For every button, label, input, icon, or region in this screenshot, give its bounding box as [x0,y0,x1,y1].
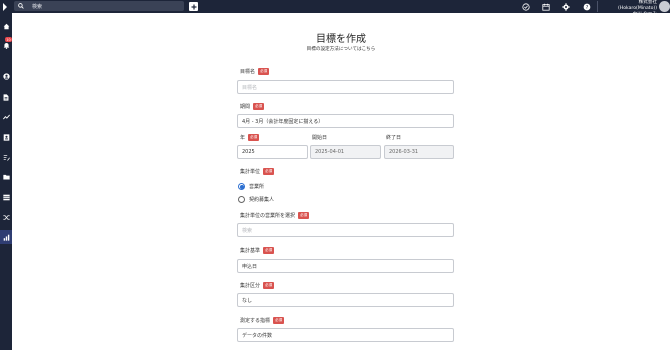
document-icon[interactable] [0,92,12,102]
check-circle-icon[interactable] [520,1,531,12]
start-date-value: 2025-04-01 [315,149,345,155]
contact-card-icon[interactable] [0,132,12,142]
unit-option-office-label: 営業所 [249,184,265,190]
year-label: 年 必須 [240,134,260,141]
goals-nav-icon[interactable] [0,230,12,244]
top-bar: 検索 ? 株式会社(Hokaro(Minato)) 中川 なつみ [0,0,670,17]
end-date-label-text: 終了日 [386,135,402,141]
required-badge: 必須 [263,282,275,289]
year-field[interactable]: 2025 [237,145,308,159]
basis-value: 申込日 [242,263,258,270]
period-select[interactable]: 4月 - 3月（会計年度固定に揃える） [237,114,454,128]
edit-list-icon[interactable] [0,152,12,162]
end-date-value: 2026-03-31 [389,149,419,155]
required-badge: 必須 [273,317,285,324]
radio-selected-icon[interactable] [238,183,245,190]
avatar[interactable] [659,1,670,12]
shuffle-icon[interactable] [0,212,12,222]
company-name: 株式会社(Hokaro(Minato)) [617,0,657,11]
end-date-field: 2026-03-31 [384,145,454,159]
period-label: 期間 必須 [240,103,265,110]
start-date-label: 開始日 [312,134,327,141]
period-value: 4月 - 3月（会計年度固定に揃える） [242,118,324,125]
radio-unselected-icon[interactable] [238,196,245,203]
help-link[interactable]: 目標の設定方法についてはこちら [12,46,670,52]
home-icon[interactable] [0,21,12,31]
metric-value: データの件数 [242,332,273,339]
metric-label: 測定する指標 必須 [240,317,285,324]
required-badge: 必須 [253,103,265,110]
goal-name-placeholder: 目標名 [242,84,258,91]
required-badge: 必須 [263,247,275,254]
year-label-text: 年 [240,135,246,141]
required-badge: 必須 [258,68,270,75]
goal-name-label: 目標名 必須 [240,68,270,75]
required-badge: 必須 [263,168,275,175]
year-value: 2025 [242,149,255,155]
metric-select[interactable]: データの件数 [237,328,454,342]
svg-text:?: ? [585,4,588,10]
category-value: なし [242,297,253,304]
category-label: 集計区分 必須 [240,282,275,289]
basis-label-text: 集計基準 [240,248,261,254]
office-select-label: 集計単位の営業所を選択 必須 [240,212,310,219]
calendar-icon[interactable] [540,1,551,12]
category-select[interactable]: なし [237,293,454,307]
sidebar-toggle-icon[interactable] [0,0,9,13]
office-search-field[interactable]: 検索 [237,223,454,237]
unit-label: 集計単位 必須 [240,168,275,175]
unit-option-agent[interactable]: 契約募集人 [238,196,274,203]
folder-icon[interactable] [0,172,12,182]
basis-select[interactable]: 申込日 [237,259,454,273]
unit-label-text: 集計単位 [240,169,261,175]
unit-option-agent-label: 契約募集人 [249,197,275,203]
table-icon[interactable] [0,192,12,202]
search-icon [18,3,28,9]
office-select-label-text: 集計単位の営業所を選択 [240,213,296,219]
add-button[interactable] [189,2,198,11]
office-search-placeholder: 検索 [242,227,253,234]
divider [597,1,598,12]
goal-name-label-text: 目標名 [240,69,256,75]
category-label-text: 集計区分 [240,283,261,289]
required-badge: 必須 [298,212,310,219]
trend-icon[interactable] [0,112,12,122]
user-icon[interactable] [0,71,12,81]
search-input[interactable]: 検索 [14,1,184,11]
search-placeholder: 検索 [32,3,43,10]
end-date-label: 終了日 [386,134,401,141]
gear-icon[interactable] [560,1,571,12]
page-title: 目標を作成 [316,34,366,45]
goal-name-field[interactable]: 目標名 [237,80,454,94]
start-date-field: 2025-04-01 [310,145,381,159]
sidebar [0,13,12,350]
metric-label-text: 測定する指標 [240,318,271,324]
unit-option-office[interactable]: 営業所 [238,183,264,190]
required-badge: 必須 [248,134,260,141]
help-icon[interactable]: ? [581,1,592,12]
basis-label: 集計基準 必須 [240,247,275,254]
start-date-label-text: 開始日 [312,135,328,141]
period-label-text: 期間 [240,104,251,110]
notification-count-badge: 10 [5,37,12,42]
